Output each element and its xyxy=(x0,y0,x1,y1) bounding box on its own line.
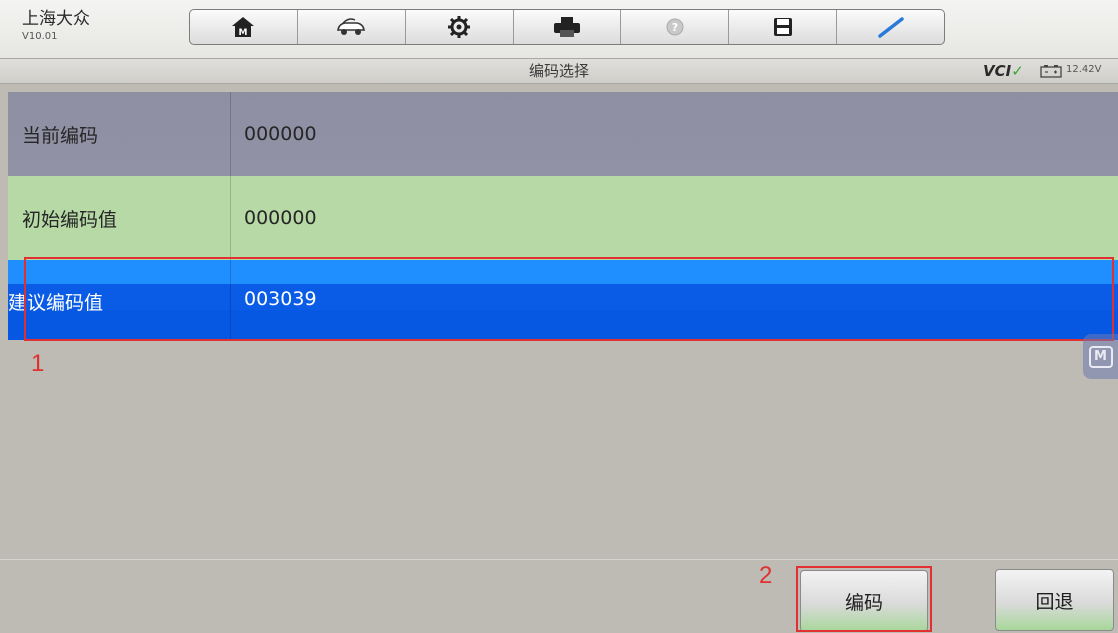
bottom-bar xyxy=(0,559,1118,633)
back-button[interactable]: 回退 xyxy=(995,569,1114,631)
vci-connected-icon: ✓ xyxy=(1011,62,1024,80)
app-version: V10.01 xyxy=(22,31,58,42)
table-row[interactable]: 当前编码 000000 xyxy=(8,92,1118,176)
annotation-box-2 xyxy=(796,566,932,632)
m-logo-icon: M xyxy=(1088,345,1113,368)
brand-name: 上海大众 xyxy=(22,9,90,29)
row-value-initial-code: 000000 xyxy=(244,207,317,229)
annotation-number-1: 1 xyxy=(31,350,45,377)
vci-label: VCI xyxy=(983,62,1012,80)
top-bar: 上海大众 V10.01 M ? xyxy=(0,0,1118,58)
left-edge xyxy=(0,84,8,560)
page-title: 编码选择 xyxy=(528,62,589,80)
vehicle-icon xyxy=(337,18,366,35)
vci-status: VCI✓ xyxy=(983,62,1024,80)
table-row[interactable]: 初始编码值 000000 xyxy=(8,176,1118,260)
annotation-box-1 xyxy=(24,257,1114,341)
home-button[interactable]: M xyxy=(190,10,298,44)
row-label-initial-code: 初始编码值 xyxy=(8,176,231,260)
print-button[interactable] xyxy=(514,10,622,44)
printer-icon xyxy=(554,17,580,37)
title-bar: 编码选择 VCI✓ 12.42V xyxy=(0,58,1118,84)
svg-text:M: M xyxy=(239,28,248,38)
settings-gear-icon xyxy=(448,16,471,38)
row-value-current-code: 000000 xyxy=(244,123,317,145)
toolbar: M ? xyxy=(189,9,945,45)
save-icon xyxy=(773,18,792,36)
battery-voltage: 12.42V xyxy=(1066,64,1102,75)
edit-button[interactable] xyxy=(837,10,944,44)
save-button[interactable] xyxy=(729,10,838,44)
annotation-number-2: 2 xyxy=(759,562,773,589)
home-icon: M xyxy=(232,17,255,38)
floating-menu-button[interactable]: M xyxy=(1083,334,1118,379)
svg-text:?: ? xyxy=(672,21,678,34)
battery-icon xyxy=(1040,65,1062,78)
settings-button[interactable] xyxy=(406,10,514,44)
help-button[interactable]: ? xyxy=(621,10,730,44)
help-icon: ? xyxy=(666,18,684,36)
vehicle-button[interactable] xyxy=(298,10,406,44)
pen-icon xyxy=(877,17,904,38)
row-label-current-code: 当前编码 xyxy=(8,92,231,176)
